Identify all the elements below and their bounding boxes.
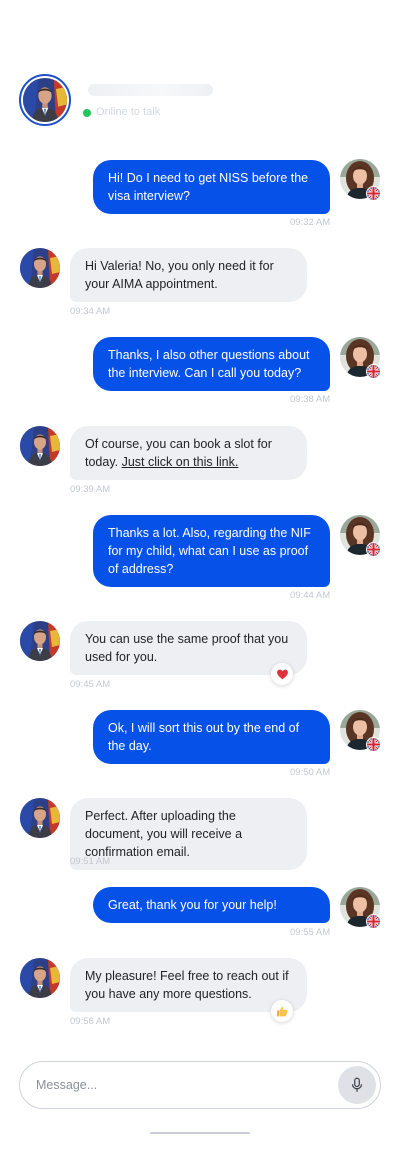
voice-message-button[interactable] <box>338 1066 376 1104</box>
uk-flag-icon <box>366 364 381 379</box>
message-bubble-incoming: You can use the same proof that you used… <box>70 621 307 675</box>
thumbs-up-reaction[interactable] <box>271 1000 293 1022</box>
message-bubble-incoming: My pleasure! Feel free to reach out if y… <box>70 958 307 1012</box>
message-time: 09:34 AM <box>70 306 111 317</box>
status-text: Online to talk <box>96 106 161 118</box>
microphone-icon <box>351 1077 363 1092</box>
message-bubble-outgoing: Thanks a lot. Also, regarding the NIF fo… <box>93 515 330 587</box>
thumbs-up-icon <box>276 1006 287 1016</box>
agent-avatar <box>20 248 60 288</box>
message-bubble-outgoing: Ok, I will sort this out by the end of t… <box>93 710 330 764</box>
uk-flag-icon <box>366 914 381 929</box>
booking-link[interactable]: Just click on this link. <box>122 455 239 469</box>
message-time: 09:56 AM <box>70 1016 111 1027</box>
message-composer <box>19 1061 381 1109</box>
agent-avatar <box>20 958 60 998</box>
message-bubble-outgoing: Thanks, I also other questions about the… <box>93 337 330 391</box>
heart-icon <box>276 669 288 679</box>
agent-avatar <box>20 621 60 661</box>
message-time: 09:55 AM <box>290 927 331 938</box>
agent-avatar <box>20 798 60 838</box>
home-indicator <box>150 1132 250 1134</box>
message-time: 09:45 AM <box>70 679 111 690</box>
message-time: 09:44 AM <box>290 590 331 601</box>
agent-photo <box>23 78 67 122</box>
message-bubble-incoming: Hi Valeria! No, you only need it for you… <box>70 248 307 302</box>
online-status-dot <box>83 109 91 117</box>
message-bubble-outgoing: Hi! Do I need to get NISS before the vis… <box>93 160 330 214</box>
message-time: 09:38 AM <box>290 394 331 405</box>
heart-reaction[interactable] <box>271 663 293 685</box>
chat-header: Online to talk <box>0 0 400 140</box>
uk-flag-icon <box>366 542 381 557</box>
uk-flag-icon <box>366 186 381 201</box>
message-bubble-outgoing: Great, thank you for your help! <box>93 887 330 923</box>
message-time: 09:32 AM <box>290 217 331 228</box>
uk-flag-icon <box>366 737 381 752</box>
message-time: 09:51 AM <box>70 856 111 867</box>
agent-avatar[interactable] <box>19 74 71 126</box>
message-input[interactable] <box>36 1075 316 1095</box>
message-time: 09:39 AM <box>70 484 111 495</box>
message-time: 09:50 AM <box>290 767 331 778</box>
message-bubble-incoming: Of course, you can book a slot for today… <box>70 426 307 480</box>
agent-avatar <box>20 426 60 466</box>
agent-name-redacted <box>88 84 213 96</box>
